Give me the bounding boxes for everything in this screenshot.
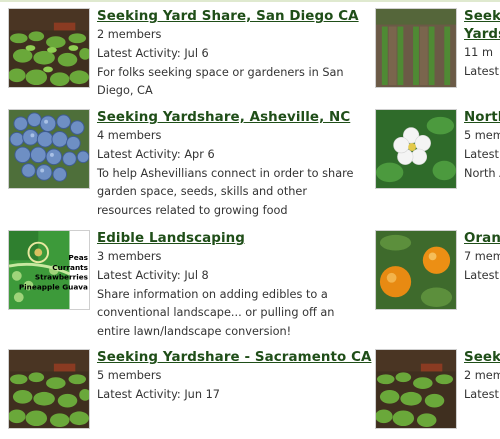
group-info: Seeking Yardshare, Asheville, NC 4 membe… — [97, 109, 357, 221]
group-description: Share information on adding edibles to a… — [97, 287, 335, 339]
group-card: Orang 7 mem Latest — [375, 230, 500, 340]
group-title-link[interactable]: Edible Landscaping — [97, 230, 357, 248]
group-description: North A — [464, 166, 500, 180]
group-title-link[interactable]: Seeking Yard Share, San Diego CA — [97, 8, 359, 26]
group-thumbnail-white-flower[interactable] — [375, 109, 457, 189]
latest-activity: Latest Activity: Jul 8 — [97, 268, 209, 282]
group-title-link[interactable]: Seeki — [464, 8, 500, 26]
member-count: 2 members — [97, 28, 162, 41]
oranges-image — [376, 231, 456, 309]
group-info: Seeking Yardshare - Sacramento CA 5 memb… — [97, 349, 371, 405]
group-thumbnail-seedlings[interactable] — [8, 349, 90, 429]
group-info: North 5 mem Latest North A — [464, 109, 500, 183]
latest-activity: Latest — [464, 147, 499, 161]
group-title-link[interactable]: Seeking Yardshare - Sacramento CA — [97, 349, 371, 367]
white-flower-image — [376, 110, 456, 188]
group-card: Seeki Yards 11 m Latest — [375, 8, 500, 98]
group-thumbnail-garden-plan[interactable]: Peas Currants Strawberries Pineapple Gua… — [8, 230, 90, 310]
seedlings-image — [9, 9, 89, 87]
plan-label-peas: Peas — [68, 253, 88, 262]
group-card: North 5 mem Latest North A — [375, 109, 500, 219]
group-card: Seeki 2 mem Latest — [375, 349, 500, 438]
member-count: 5 members — [97, 369, 162, 382]
group-description: For folks seeking space or gardeners in … — [97, 65, 344, 98]
plan-label-pineapple-guava: Pineapple Guava — [19, 283, 88, 292]
group-title-link[interactable]: Orang — [464, 230, 500, 248]
group-info: Orang 7 mem Latest — [464, 230, 500, 286]
latest-activity: Latest Activity: Jun 17 — [97, 387, 220, 401]
member-count: 5 mem — [464, 129, 500, 142]
group-info: Seeking Yard Share, San Diego CA 2 membe… — [97, 8, 359, 101]
group-title-link[interactable]: North — [464, 109, 500, 127]
group-thumbnail-blueberries[interactable] — [8, 109, 90, 189]
group-description: To help Ashevillians connect in order to… — [97, 166, 354, 218]
group-info: Seeki 2 mem Latest — [464, 349, 500, 405]
top-rule — [0, 0, 500, 2]
plan-label-currants: Currants — [52, 263, 88, 272]
group-thumbnail-seedlings[interactable] — [375, 349, 457, 429]
member-count: 11 m — [464, 46, 493, 59]
group-card: Seeking Yard Share, San Diego CA 2 membe… — [8, 8, 368, 98]
group-thumbnail-seedlings[interactable] — [8, 8, 90, 88]
group-card: Seeking Yardshare - Sacramento CA 5 memb… — [8, 349, 371, 439]
group-card: Peas Currants Strawberries Pineapple Gua… — [8, 230, 368, 340]
blueberries-image — [9, 110, 89, 188]
plan-label-strawberries: Strawberries — [35, 273, 88, 282]
member-count: 7 mem — [464, 250, 500, 263]
latest-activity: Latest Activity: Apr 6 — [97, 147, 215, 161]
latest-activity: Latest — [464, 64, 499, 78]
group-title-link[interactable]: Seeki — [464, 349, 500, 367]
garden-rows-image — [376, 9, 456, 87]
member-count: 2 mem — [464, 369, 500, 382]
group-info: Edible Landscaping 3 members Latest Acti… — [97, 230, 357, 342]
seedlings-image — [9, 350, 89, 428]
group-card: Seeking Yardshare, Asheville, NC 4 membe… — [8, 109, 368, 219]
group-title-link-continued[interactable]: Yards — [464, 26, 500, 44]
latest-activity: Latest — [464, 387, 499, 401]
seedlings-image — [376, 350, 456, 428]
group-title-link[interactable]: Seeking Yardshare, Asheville, NC — [97, 109, 357, 127]
member-count: 4 members — [97, 129, 162, 142]
group-thumbnail-oranges[interactable] — [375, 230, 457, 310]
latest-activity: Latest Activity: Jul 6 — [97, 46, 209, 60]
group-thumbnail-garden-rows[interactable] — [375, 8, 457, 88]
member-count: 3 members — [97, 250, 162, 263]
group-info: Seeki Yards 11 m Latest — [464, 8, 500, 82]
garden-plan-image: Peas Currants Strawberries Pineapple Gua… — [9, 231, 89, 309]
latest-activity: Latest — [464, 268, 499, 282]
